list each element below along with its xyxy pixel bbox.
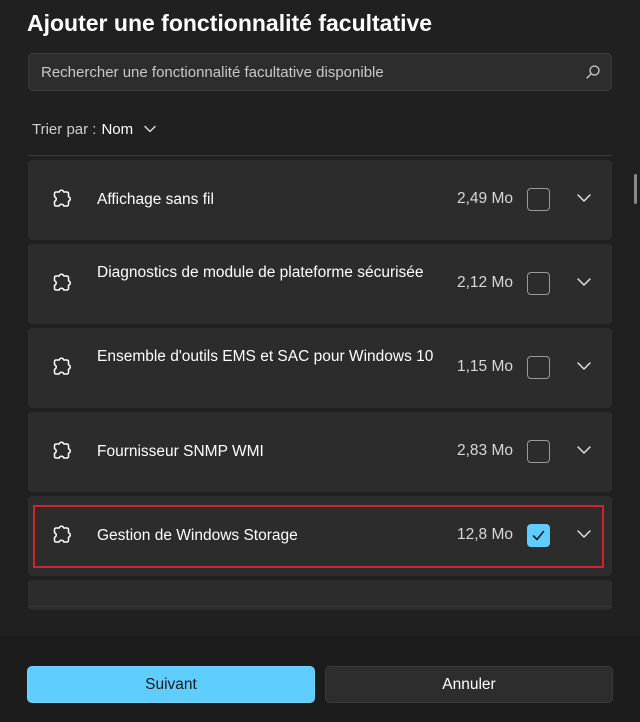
puzzle-icon — [48, 186, 74, 212]
sort-label: Trier par : — [32, 120, 97, 138]
feature-card[interactable]: Affichage sans fil 2,49 Mo — [28, 160, 612, 240]
dialog-footer: Suivant Annuler — [0, 636, 640, 722]
dialog-title: Ajouter une fonctionnalité facultative — [27, 10, 433, 36]
feature-size: 1,15 Mo — [456, 358, 513, 375]
chevron-down-icon[interactable] — [576, 526, 592, 542]
chevron-down-icon[interactable] — [576, 190, 592, 206]
cancel-button[interactable]: Annuler — [325, 666, 613, 703]
list-bottom-divider — [28, 606, 612, 607]
chevron-down-icon[interactable] — [576, 358, 592, 374]
feature-size: 2,83 Mo — [456, 442, 513, 459]
puzzle-icon — [48, 438, 74, 464]
sort-dropdown[interactable]: Trier par : Nom — [32, 119, 157, 139]
feature-checkbox[interactable] — [527, 440, 550, 463]
search-box[interactable] — [28, 53, 612, 91]
feature-card[interactable]: Diagnostics de module de plateforme sécu… — [28, 244, 612, 324]
chevron-down-icon[interactable] — [576, 274, 592, 290]
next-button[interactable]: Suivant — [27, 666, 315, 703]
sort-value[interactable]: Nom — [101, 121, 133, 138]
puzzle-icon — [48, 270, 74, 296]
feature-name: Diagnostics de module de plateforme sécu… — [97, 264, 424, 281]
feature-name: Gestion de Windows Storage — [97, 527, 298, 544]
feature-name: Ensemble d'outils EMS et SAC pour Window… — [97, 348, 434, 365]
search-icon[interactable] — [585, 64, 601, 80]
list-top-divider — [28, 155, 612, 156]
feature-checkbox[interactable] — [527, 272, 550, 295]
feature-card[interactable]: Fournisseur SNMP WMI 2,83 Mo — [28, 412, 612, 492]
feature-size: 2,12 Mo — [456, 274, 513, 291]
feature-checkbox[interactable] — [527, 356, 550, 379]
puzzle-icon — [48, 522, 74, 548]
chevron-down-icon[interactable] — [143, 122, 157, 136]
feature-card[interactable]: Gestion de Windows Storage 12,8 Mo — [28, 496, 612, 576]
puzzle-icon — [48, 354, 74, 380]
search-input[interactable] — [29, 54, 611, 90]
feature-name: Affichage sans fil — [97, 191, 214, 208]
scrollbar-thumb[interactable] — [634, 174, 637, 204]
feature-size: 2,49 Mo — [456, 190, 513, 207]
feature-card[interactable]: Ensemble d'outils EMS et SAC pour Window… — [28, 328, 612, 408]
feature-size: 12,8 Mo — [456, 526, 513, 543]
chevron-down-icon[interactable] — [576, 442, 592, 458]
feature-name: Fournisseur SNMP WMI — [97, 443, 264, 460]
feature-checkbox[interactable] — [527, 524, 550, 547]
feature-checkbox[interactable] — [527, 188, 550, 211]
